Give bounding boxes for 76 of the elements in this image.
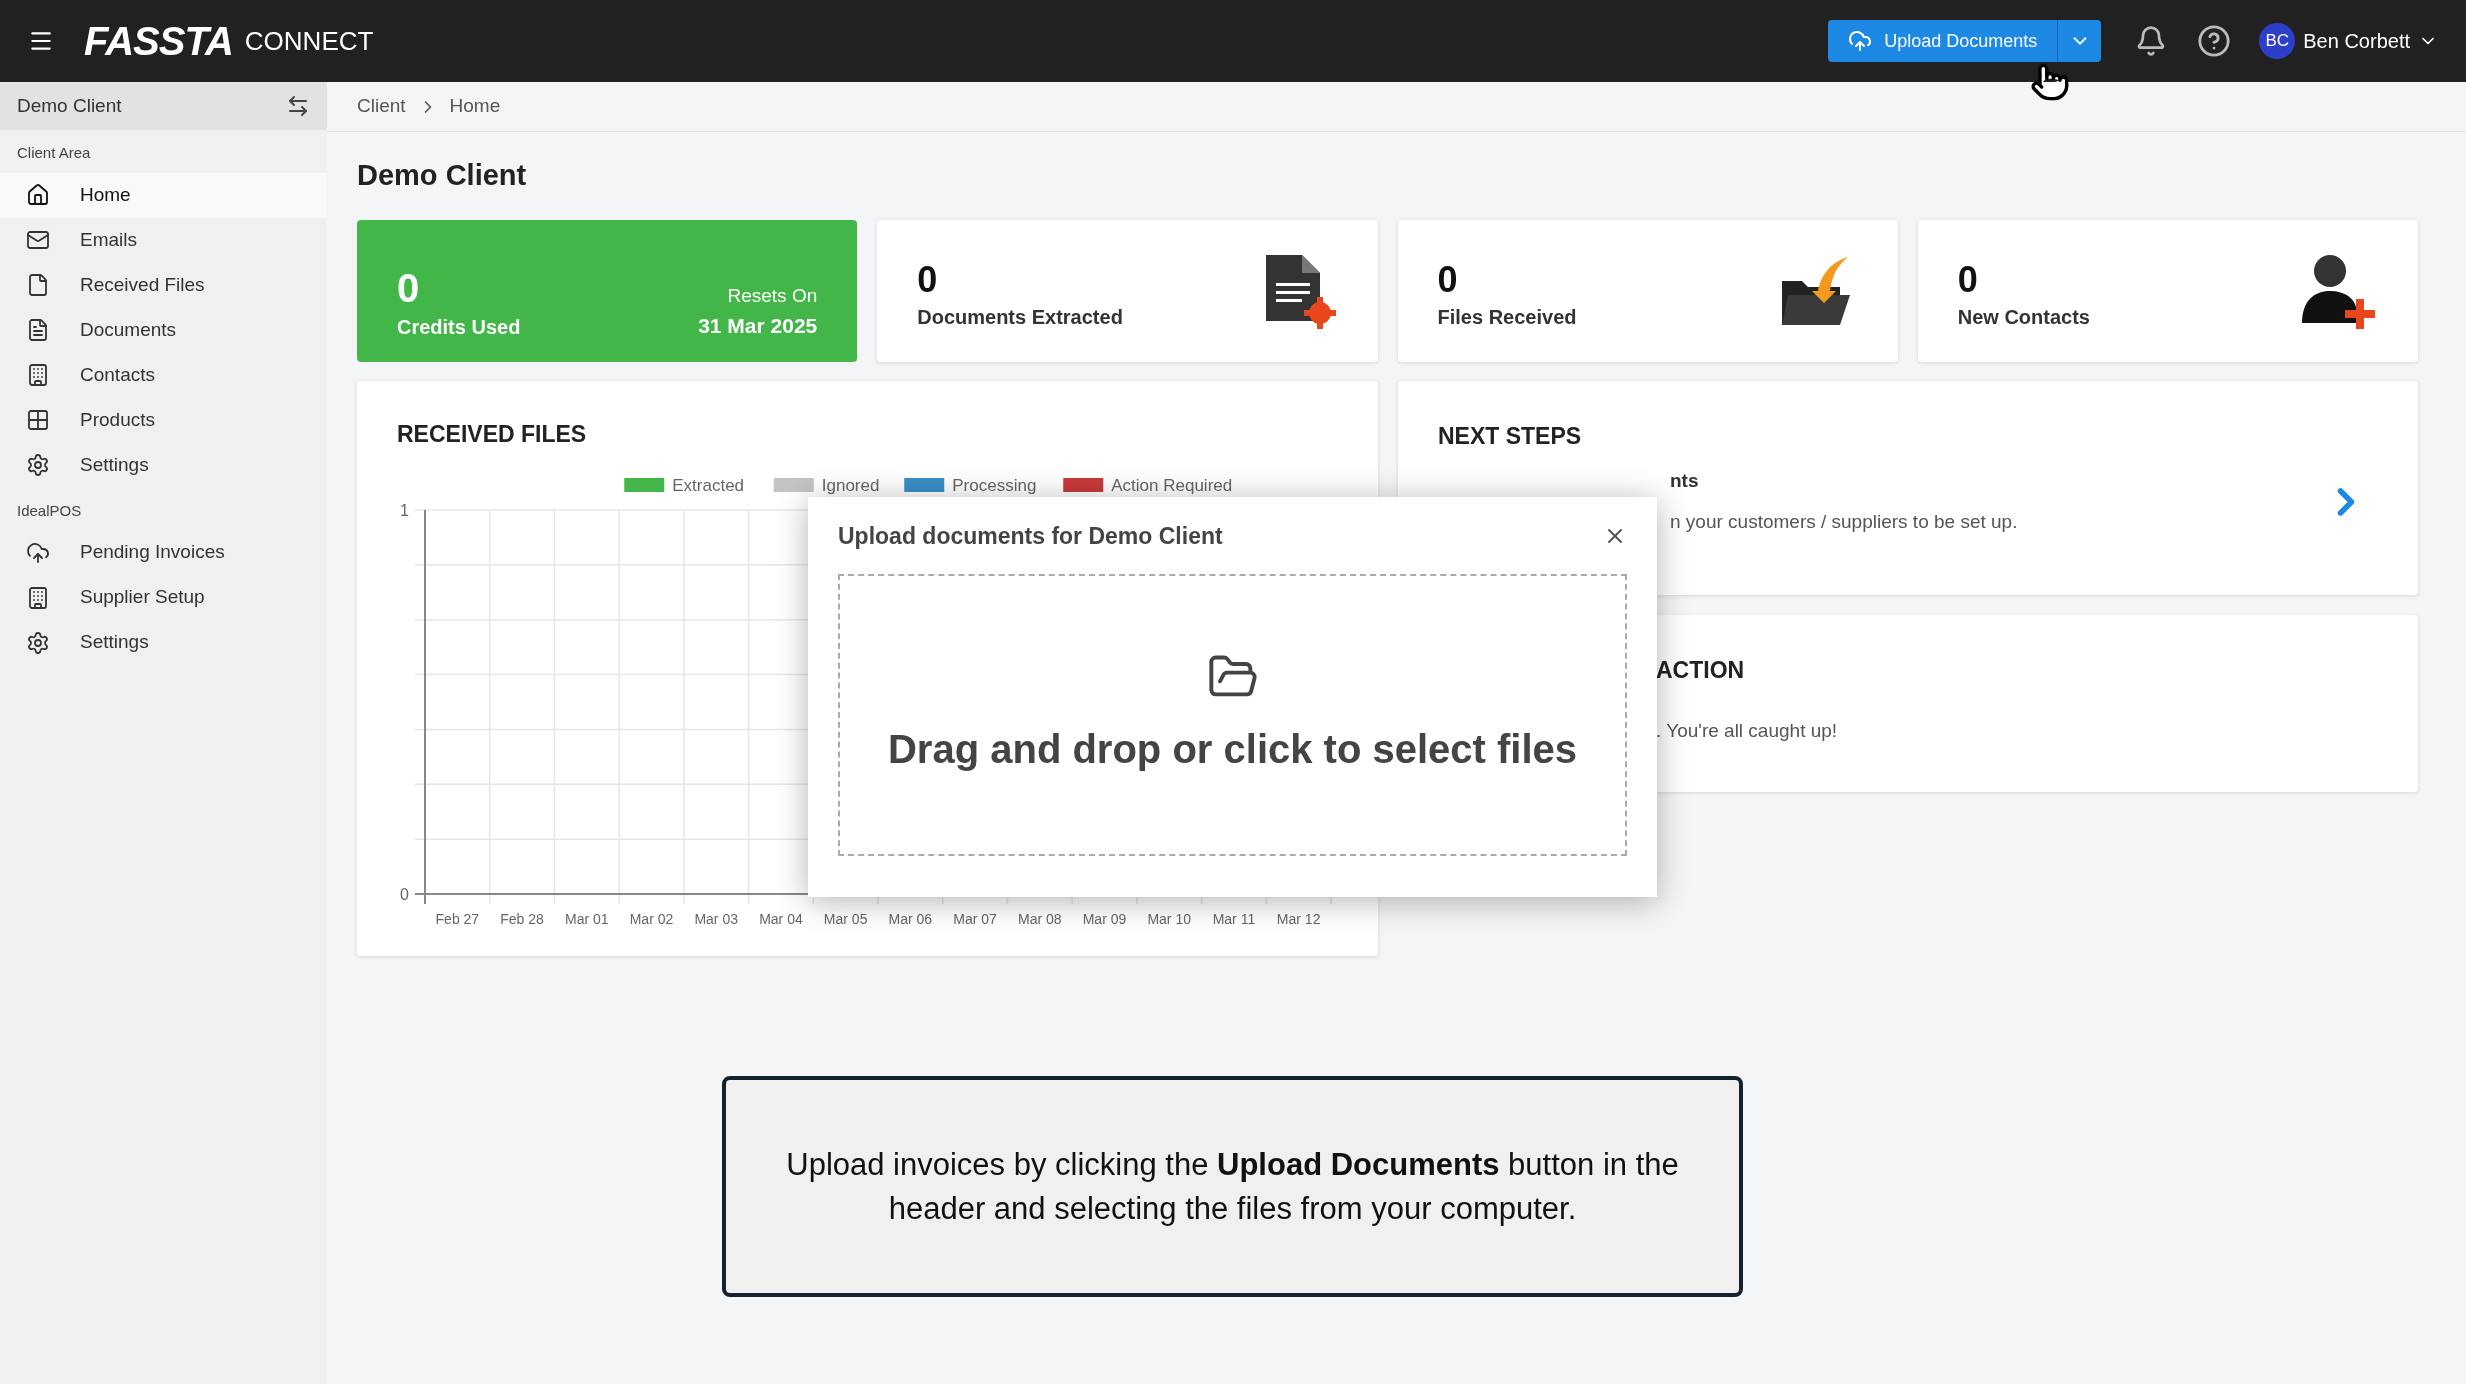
sidebar-item[interactable]: Products [0,397,327,443]
user-avatar: BC [2259,23,2296,59]
dialog-title: Upload documents for Demo Client [838,522,1223,551]
reset-date: 31 Mar 2025 [698,313,818,339]
cloud-upload-icon [26,540,50,565]
x-tick-label: Mar 11 [1212,910,1256,927]
sidebar-item[interactable]: Home [0,172,327,218]
x-tick-label: Mar 03 [694,910,738,927]
step-title: nts [1670,469,1700,493]
swap-icon [286,94,310,118]
settings-icon [26,453,50,477]
envelope-icon [26,228,50,252]
sidebar-item[interactable]: Received Files [0,262,327,308]
file-icon [26,273,50,297]
stat-value: 0 [1437,257,1459,302]
x-tick-label: Mar 12 [1276,910,1321,927]
building-icon [26,363,50,387]
sidebar-item[interactable]: Emails [0,217,327,263]
grid-icon [26,408,50,432]
legend-label: Processing [952,475,1037,495]
step-description: n your customers / suppliers to be set up. [1670,509,2018,534]
sidebar-item[interactable]: Settings [0,442,327,488]
stat-label: Files Received [1437,304,1577,330]
section-label: IdealPOS [16,500,83,521]
card-title: ACTION [1656,655,1746,685]
y-tick-label: 0 [400,885,409,903]
breadcrumb-link[interactable]: Home [449,92,501,121]
x-tick-label: Mar 02 [629,910,674,927]
help-icon[interactable] [2197,24,2232,58]
sidebar-item[interactable]: Contacts [0,352,327,398]
breadcrumb-link[interactable]: Client [357,92,406,121]
x-tick-label: Mar 10 [1147,910,1191,927]
stat-label: Documents Extracted [917,304,1123,330]
legend-label: Extracted [672,475,745,495]
x-tick-label: Feb 27 [435,910,480,927]
page-title: Demo Client [357,158,528,193]
stat-value: 0 [917,257,939,302]
x-tick-label: Mar 04 [759,910,803,927]
sidebar-item[interactable]: Pending Invoices [0,530,327,575]
logo-wordmark: FASSTA [84,18,233,65]
document-icon [26,318,50,342]
user-menu[interactable]: BC Ben Corbett [2259,23,2438,59]
stat-label: New Contacts [1957,304,2090,330]
card-title: NEXT STEPS [1438,421,1583,451]
hint-text: Upload invoices by clicking the Upload Documents button in the header and selecting the files from your computer. [785,1145,1680,1228]
resets-label: Resets On [727,283,818,308]
section-label: Client Area [16,143,92,163]
logo-suffix: CONNECT [244,24,374,58]
x-tick-label: Feb 28 [500,910,544,927]
user-name: Ben Corbett [2303,29,2410,54]
dropzone-text: Drag and drop or click to select files [887,725,1578,773]
x-tick-label: Mar 01 [565,910,609,927]
y-tick-label: 1 [400,501,409,519]
credits-label: Credits Used [397,314,521,340]
sidebar-item[interactable]: Documents [0,307,327,353]
sidebar-item[interactable]: Supplier Setup [0,575,327,620]
x-tick-label: Mar 08 [1018,910,1062,927]
client-switcher[interactable]: Demo Client [0,82,327,130]
client-name: Demo Client [17,93,122,118]
upload-documents-button[interactable]: Upload Documents [1828,20,2058,62]
sidebar-item[interactable]: Settings [0,620,327,665]
settings-icon [26,630,50,655]
credits-value: 0 [397,264,421,312]
status-message: . You're all caught up! [1656,719,1839,743]
x-tick-label: Mar 06 [888,910,933,927]
file-dropzone[interactable]: Drag and drop or click to select files [838,573,1627,856]
legend-label: Action Required [1111,475,1233,495]
building-icon [26,585,50,610]
x-tick-label: Mar 07 [953,910,997,927]
x-tick-label: Mar 05 [823,910,868,927]
cloud-upload-icon [1848,29,1873,53]
x-tick-label: Mar 09 [1082,910,1127,927]
card-title: RECEIVED FILES [396,419,588,447]
legend-label: Ignored [821,475,880,495]
stat-value: 0 [1957,257,1979,302]
house-icon [26,183,50,207]
